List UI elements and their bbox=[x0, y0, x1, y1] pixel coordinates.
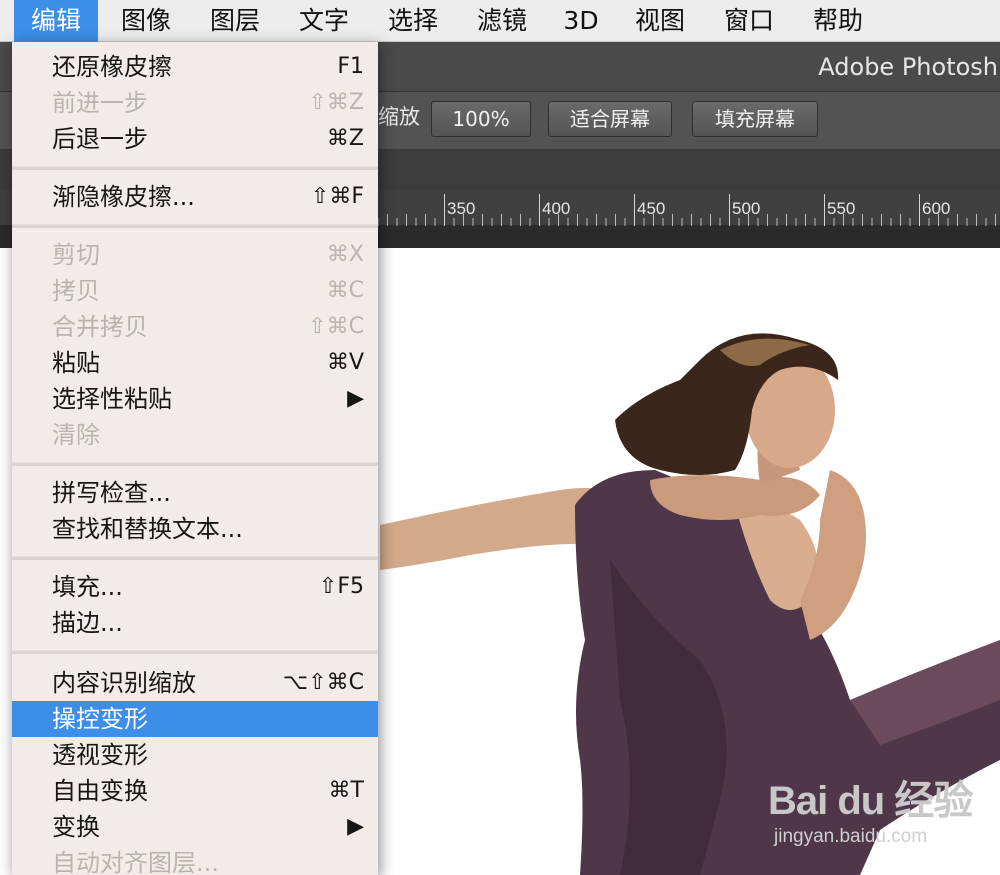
menu-edit[interactable]: 编辑 bbox=[14, 0, 98, 42]
menu-view[interactable]: 视图 bbox=[620, 0, 700, 42]
menu-type[interactable]: 文字 bbox=[284, 0, 364, 42]
menu-filter[interactable]: 滤镜 bbox=[462, 0, 542, 42]
menu-bar: 编辑 图像 图层 文字 选择 滤镜 3D 视图 窗口 帮助 bbox=[0, 0, 1000, 42]
menu-item-content-aware-scale[interactable]: 内容识别缩放 ⌥⇧⌘C bbox=[12, 665, 378, 701]
menu-item-fill[interactable]: 填充... ⇧F5 bbox=[12, 569, 378, 605]
menu-item-check-spelling[interactable]: 拼写检查... bbox=[12, 475, 378, 511]
fit-screen-button[interactable]: 适合屏幕 bbox=[548, 101, 672, 137]
menu-help[interactable]: 帮助 bbox=[798, 0, 878, 42]
submenu-arrow-icon: ▶ bbox=[347, 386, 364, 411]
watermark-logo: Bai du 经验 bbox=[768, 779, 973, 823]
menu-item-copy-merged[interactable]: 合并拷贝 ⇧⌘C bbox=[12, 309, 378, 345]
menu-item-copy[interactable]: 拷贝 ⌘C bbox=[12, 273, 378, 309]
fill-screen-button[interactable]: 填充屏幕 bbox=[692, 101, 818, 137]
menu-separator bbox=[12, 556, 378, 560]
ruler-label-350: 350 bbox=[447, 199, 475, 218]
menu-select[interactable]: 选择 bbox=[373, 0, 453, 42]
menu-item-auto-align-layers[interactable]: 自动对齐图层... bbox=[12, 845, 378, 875]
menu-item-paste[interactable]: 粘贴 ⌘V bbox=[12, 345, 378, 381]
menu-item-clear[interactable]: 清除 bbox=[12, 417, 378, 453]
zoom-100-button[interactable]: 100% bbox=[431, 101, 531, 137]
edit-menu-dropdown: 还原橡皮擦 F1 前进一步 ⇧⌘Z 后退一步 ⌘Z 渐隐橡皮擦... ⇧⌘F 剪… bbox=[12, 42, 378, 875]
menu-image[interactable]: 图像 bbox=[106, 0, 186, 42]
menu-item-stroke[interactable]: 描边... bbox=[12, 605, 378, 641]
watermark-url: jingyan.baidu.com bbox=[774, 826, 928, 847]
app-title: Adobe Photosh bbox=[818, 53, 998, 81]
ruler-label-400: 400 bbox=[542, 199, 570, 218]
zoom-label: 缩放 bbox=[378, 105, 420, 129]
menu-item-free-transform[interactable]: 自由变换 ⌘T bbox=[12, 773, 378, 809]
menu-separator bbox=[12, 462, 378, 466]
submenu-arrow-icon: ▶ bbox=[347, 814, 364, 839]
menu-3d[interactable]: 3D bbox=[551, 0, 611, 42]
ruler-label-600: 600 bbox=[922, 199, 950, 218]
baidu-watermark: Bai du 经验 jingyan.baidu.com bbox=[768, 768, 978, 858]
menu-item-paste-special[interactable]: 选择性粘贴 ▶ bbox=[12, 381, 378, 417]
menu-item-step-backward[interactable]: 后退一步 ⌘Z bbox=[12, 121, 378, 157]
menu-item-perspective-warp[interactable]: 透视变形 bbox=[12, 737, 378, 773]
menu-layer[interactable]: 图层 bbox=[195, 0, 275, 42]
menu-window[interactable]: 窗口 bbox=[709, 0, 789, 42]
menu-item-transform[interactable]: 变换 ▶ bbox=[12, 809, 378, 845]
menu-separator bbox=[12, 650, 378, 654]
menu-item-undo-eraser[interactable]: 还原橡皮擦 F1 bbox=[12, 49, 378, 85]
menu-item-step-forward[interactable]: 前进一步 ⇧⌘Z bbox=[12, 85, 378, 121]
menu-item-find-replace[interactable]: 查找和替换文本... bbox=[12, 511, 378, 547]
ruler-label-500: 500 bbox=[732, 199, 760, 218]
menu-item-fade-eraser[interactable]: 渐隐橡皮擦... ⇧⌘F bbox=[12, 179, 378, 215]
menu-separator bbox=[12, 224, 378, 228]
menu-separator bbox=[12, 166, 378, 170]
menu-item-puppet-warp[interactable]: 操控变形 bbox=[12, 701, 378, 737]
ruler-label-550: 550 bbox=[827, 199, 855, 218]
menu-item-cut[interactable]: 剪切 ⌘X bbox=[12, 237, 378, 273]
ruler-label-450: 450 bbox=[637, 199, 665, 218]
